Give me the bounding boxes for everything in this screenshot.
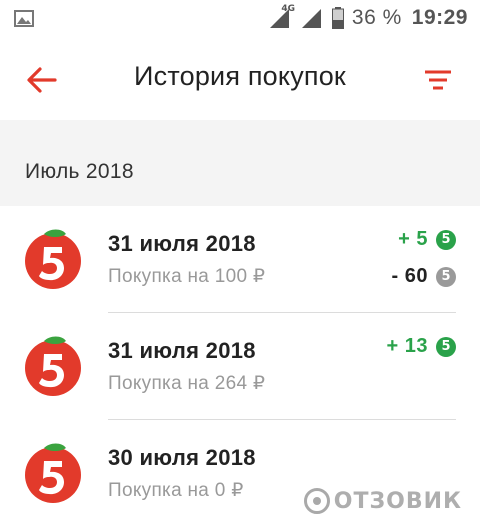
month-section-header: Июль 2018 [0,120,480,206]
points-earned-value: + 13 [386,335,428,357]
signal-icon [301,9,321,28]
otzovik-logo-icon [303,488,330,514]
signal-icon [269,9,289,28]
purchase-date: 30 июля 2018 [108,445,256,470]
filter-icon[interactable] [418,62,458,98]
purchase-row[interactable]: 31 июля 2018 Покупка на 100 ₽ + 5 5 - 60… [0,206,480,313]
pyaterochka-logo-icon [25,229,81,289]
month-section-title: Июль 2018 [25,160,134,183]
battery-icon [331,7,344,29]
pyaterochka-logo-icon [25,443,81,503]
pyaterochka-logo-icon [25,336,81,396]
clock-time: 19:29 [411,6,468,29]
bonus-coin-icon: 5 [436,229,456,250]
watermark-text: ОТЗОВИК [333,488,462,514]
purchase-row[interactable]: 31 июля 2018 Покупка на 264 ₽ + 13 5 [0,313,480,420]
app-bar: История покупок [0,36,480,120]
bonus-coin-icon: 5 [436,266,456,287]
status-bar: 4G 36 % 19:29 [0,0,480,36]
purchase-amount: Покупка на 264 ₽ [108,373,266,394]
bonus-coin-icon: 5 [436,336,456,357]
purchase-date: 31 июля 2018 [108,338,256,363]
gallery-icon [14,10,34,27]
points-spent-value: - 60 [391,265,428,287]
points-earned-value: + 5 [398,228,428,250]
battery-percent: 36 % [351,6,402,29]
page-title: История покупок [134,61,346,91]
otzovik-watermark: ОТЗОВИК [303,488,462,514]
purchase-date: 31 июля 2018 [108,231,256,256]
points-earned: + 13 5 [387,335,456,358]
purchase-amount: Покупка на 100 ₽ [108,266,266,287]
purchase-list: 31 июля 2018 Покупка на 100 ₽ + 5 5 - 60… [0,206,480,524]
points-earned: + 5 5 [398,228,456,251]
points-spent: - 60 5 [392,265,456,288]
purchase-amount: Покупка на 0 ₽ [108,480,244,501]
